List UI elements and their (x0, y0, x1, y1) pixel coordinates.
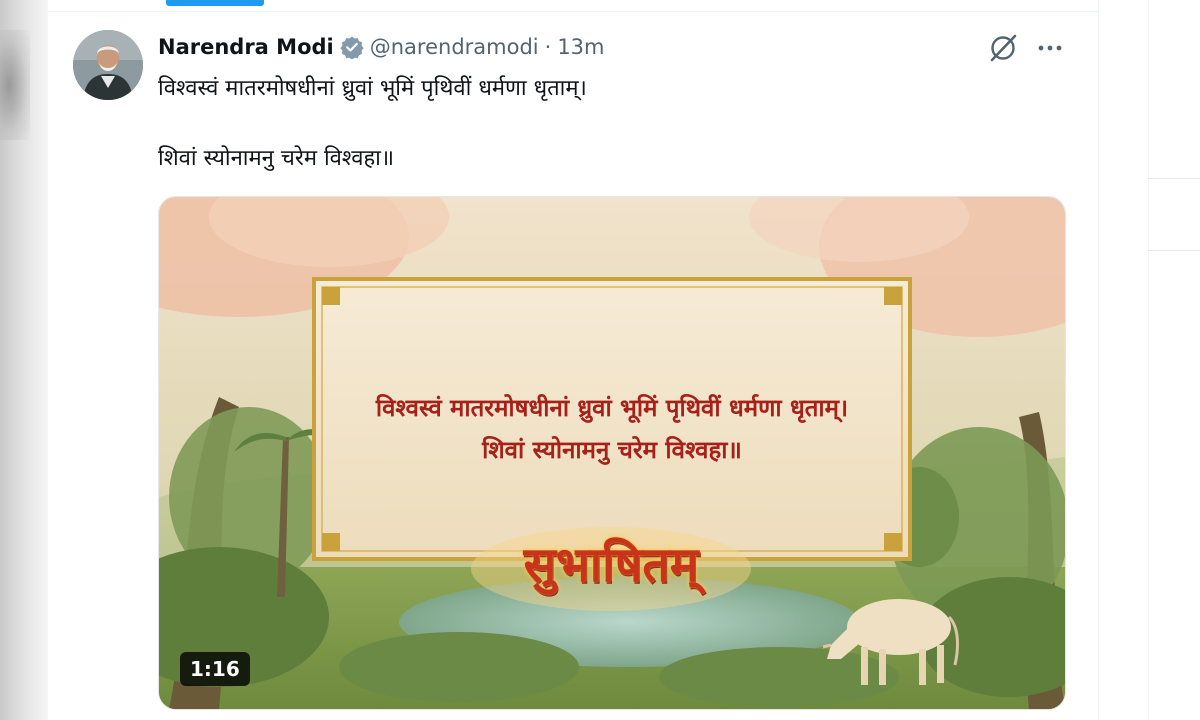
sidebar-box-edge (1148, 250, 1200, 251)
sidebar-divider (1148, 0, 1149, 720)
avatar-image (73, 30, 143, 100)
tweet-header: Narendra Modi @narendramodi · 13m (158, 32, 605, 62)
sidebar-box-edge (1148, 178, 1200, 179)
avatar[interactable] (73, 30, 143, 100)
author-name[interactable]: Narendra Modi (158, 35, 334, 59)
blurred-page-edge (0, 0, 48, 720)
video-title-art: सुभाषितम् (523, 537, 699, 593)
post-time[interactable]: 13m (557, 35, 604, 59)
verified-badge-icon[interactable] (340, 35, 364, 59)
right-sidebar (1098, 0, 1200, 720)
video-duration-badge: 1:16 (180, 652, 250, 686)
video-frame-verse-line: विश्वस्वं मातरमोषधीनां ध्रुवां भूमिं पृथ… (375, 393, 849, 422)
tweet-text-line: शिवां स्योनामनु चरेम विश्वहा॥ (158, 146, 395, 171)
more-options-icon[interactable] (1035, 36, 1065, 60)
top-divider (48, 11, 1098, 12)
video-player[interactable]: विश्वस्वं मातरमोषधीनां ध्रुवां भूमिं पृथ… (158, 196, 1066, 710)
author-handle[interactable]: @narendramodi (370, 35, 539, 59)
tweet-card[interactable]: Narendra Modi @narendramodi · 13m विश्वस… (48, 0, 1099, 720)
meta-separator: · (544, 35, 552, 59)
video-frame-verse-line: शिवां स्योनामनु चरेम विश्वहा॥ (482, 435, 742, 464)
grok-icon[interactable] (988, 33, 1018, 63)
tweet-text-line: विश्वस्वं मातरमोषधीनां ध्रुवां भूमिं पृथ… (158, 76, 587, 101)
top-action-button[interactable] (166, 0, 264, 6)
